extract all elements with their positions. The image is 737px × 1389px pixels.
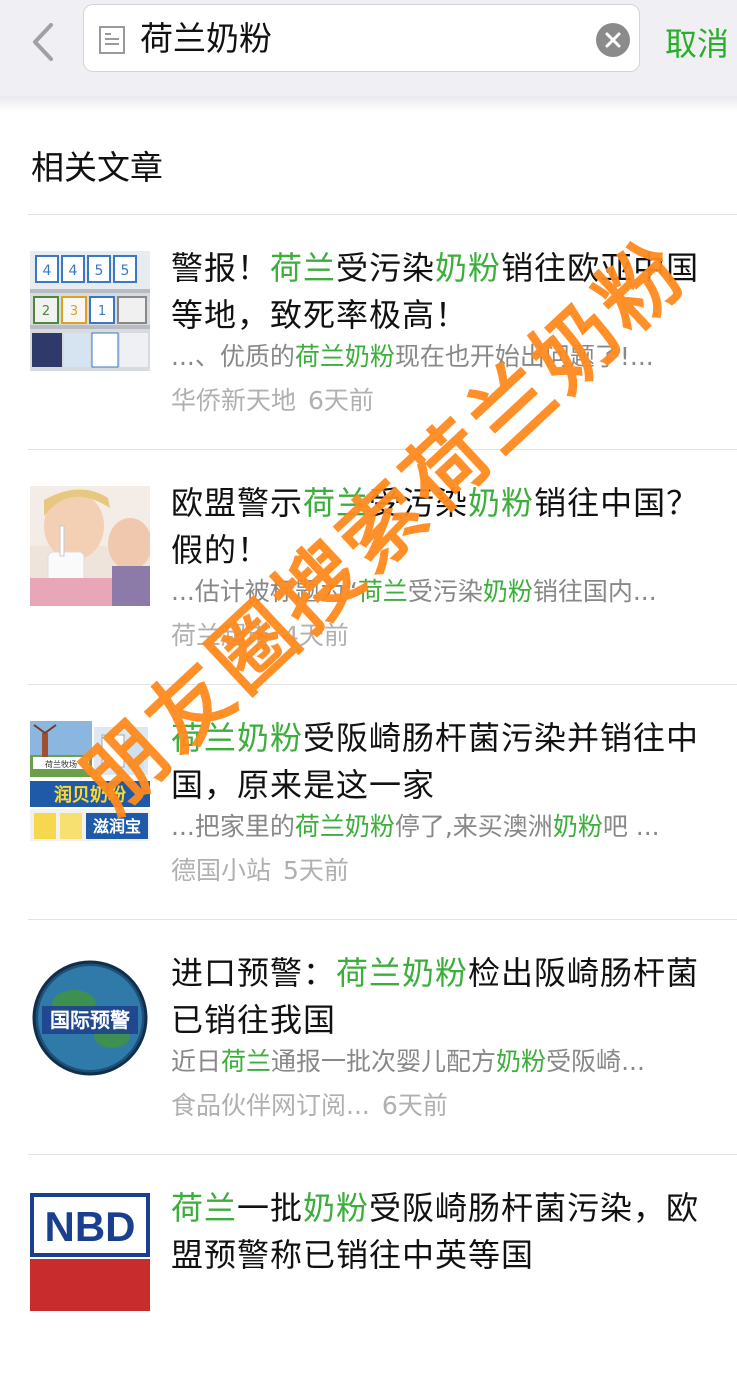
thumb-banner: 润贝奶粉 [54,784,126,806]
article-snippet: 近日荷兰通报一批次婴儿配方奶粉受阪崎... [171,1044,727,1080]
section-title: 相关文章 [31,148,163,187]
article-source: 荷兰超市 [171,621,272,650]
snippet-highlight: 奶粉 [552,812,603,841]
article-thumbnail: 荷兰牧场 润贝奶粉 滋润宝 [30,721,150,841]
snippet-highlight: 奶粉 [496,1047,547,1076]
search-header: 荷兰奶粉 取消 [0,0,737,97]
article-title[interactable]: 警报！荷兰受污染奶粉销往欧亚中国等地，致死率极高！ [171,245,731,339]
article-title[interactable]: 荷兰一批奶粉受阪崎肠杆菌污染，欧盟预警称已销往中英等国 [171,1185,731,1279]
chevron-left-icon [33,23,53,61]
shelf-number: 5 [95,263,104,279]
snippet-segment: ...估计被标题为“ [171,577,358,606]
snippet-highlight: 荷兰奶粉 [294,812,395,841]
title-highlight: 荷兰 [303,484,370,522]
snippet-highlight: 荷兰奶粉 [294,342,395,371]
snippet-segment: 销往国内... [532,577,657,606]
cancel-button[interactable]: 取消 [665,22,729,66]
title-highlight: 荷兰 [171,1189,238,1227]
clear-search-button[interactable] [596,23,630,57]
article-time: 4天前 [283,621,349,650]
title-highlight: 荷兰奶粉 [336,954,469,992]
shelf-number: 3 [70,304,78,319]
snippet-highlight: 荷兰 [357,577,408,606]
article-title[interactable]: 欧盟警示荷兰受污染奶粉销往中国？假的！ [171,480,731,574]
nbd-logo-text: NBD [45,1203,136,1250]
back-button[interactable] [26,20,60,64]
snippet-segment: 停了,来买澳洲 [394,812,553,841]
title-highlight: 奶粉 [303,1189,370,1227]
article-list: 4 4 5 5 2 3 1 警报！荷兰受污染奶粉销往欧亚中国等地，致死率极高！ [0,215,737,1389]
article-icon [99,26,125,54]
shelf-number: 4 [43,263,52,279]
shelf-number: 5 [121,263,130,279]
snippet-segment: 近日 [171,1047,222,1076]
title-segment: 欧盟警示 [171,484,304,522]
article-time: 6天前 [381,1091,448,1120]
article-item[interactable]: 荷兰牧场 润贝奶粉 滋润宝 荷兰奶粉受阪崎肠杆菌污染并销往中国，原来是这一家 .… [28,685,737,920]
article-thumbnail: NBD [30,1191,150,1311]
article-item[interactable]: 欧盟警示荷兰受污染奶粉销往中国？假的！ ...估计被标题为“荷兰受污染奶粉销往国… [28,450,737,685]
title-highlight: 奶粉 [468,484,535,522]
shelf-number: 1 [98,304,106,319]
article-thumbnail: 4 4 5 5 2 3 1 [30,251,150,371]
title-highlight: 荷兰 [270,249,337,287]
title-segment: 警报！ [171,249,271,287]
title-highlight: 荷兰奶粉 [171,719,304,757]
article-thumbnail: 国际预警 [30,956,150,1076]
article-meta: 华侨新天地 6天前 [171,383,374,419]
snippet-highlight: 荷兰 [221,1047,272,1076]
snippet-segment: 受污染 [407,577,483,606]
article-time: 5天前 [283,856,349,885]
article-meta: 荷兰超市 4天前 [171,618,349,654]
article-snippet: ...把家里的荷兰奶粉停了,来买澳洲奶粉吧 ... [171,809,727,845]
article-title[interactable]: 进口预警：荷兰奶粉检出阪崎肠杆菌 已销往我国 [171,950,731,1044]
header-shadow [0,96,737,112]
thumb-banner: 滋润宝 [93,817,141,836]
close-icon [605,32,621,48]
snippet-highlight: 奶粉 [482,577,533,606]
article-snippet: ...、优质的荷兰奶粉现在也开始出问题了!... [171,339,727,375]
search-input[interactable]: 荷兰奶粉 [83,4,640,72]
snippet-segment: ...把家里的 [171,812,295,841]
title-segment: 受污染 [336,249,436,287]
snippet-segment: 现在也开始出问题了!... [394,342,654,371]
shelf-number: 2 [42,304,50,319]
article-source: 食品伙伴网订阅... [171,1091,370,1120]
shelf-number: 4 [69,263,78,279]
article-meta: 德国小站 5天前 [171,853,349,889]
snippet-segment: 受阪崎... [546,1047,645,1076]
search-query-text: 荷兰奶粉 [140,19,272,58]
snippet-segment: 通报一批次婴儿配方 [271,1047,497,1076]
title-segment: 一批 [237,1189,304,1227]
thumb-caption: 荷兰牧场 [45,759,77,769]
title-segment: 进口预警： [171,954,337,992]
title-highlight: 奶粉 [435,249,502,287]
title-segment: 受污染 [369,484,469,522]
article-time: 6天前 [308,386,374,415]
article-source: 德国小站 [171,856,272,885]
article-title[interactable]: 荷兰奶粉受阪崎肠杆菌污染并销往中国，原来是这一家 [171,715,731,809]
article-item[interactable]: 国际预警 进口预警：荷兰奶粉检出阪崎肠杆菌 已销往我国 近日荷兰通报一批次婴儿配… [28,920,737,1155]
article-item[interactable]: 4 4 5 5 2 3 1 警报！荷兰受污染奶粉销往欧亚中国等地，致死率极高！ [28,215,737,450]
article-snippet: ...估计被标题为“荷兰受污染奶粉销往国内... [171,574,727,610]
article-item[interactable]: NBD 荷兰一批奶粉受阪崎肠杆菌污染，欧盟预警称已销往中英等国 [28,1155,737,1389]
article-meta: 食品伙伴网订阅... 6天前 [171,1088,448,1124]
snippet-segment: ...、优质的 [171,342,295,371]
article-source: 华侨新天地 [171,386,297,415]
snippet-segment: 吧 ... [602,812,660,841]
thumb-globe-label: 国际预警 [50,1008,130,1032]
article-thumbnail [30,486,150,606]
